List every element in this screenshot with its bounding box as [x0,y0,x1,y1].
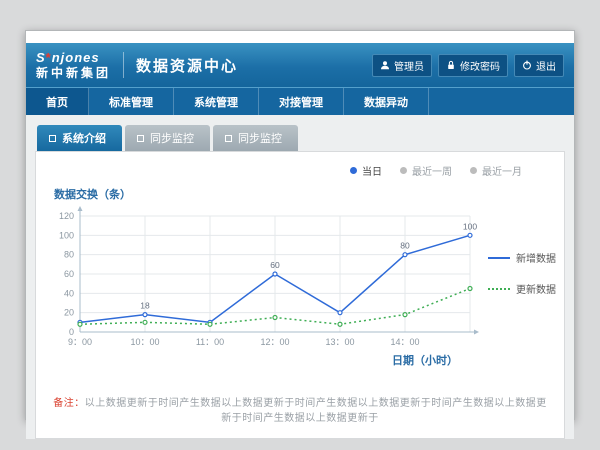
filter-label: 当日 [362,163,382,178]
svg-text:100: 100 [59,230,74,240]
page-title: 数据资源中心 [136,55,238,76]
nav-item-docking-mgmt[interactable]: 对接管理 [259,88,344,115]
radio-dot-icon [470,167,477,174]
panel-icon [137,135,144,142]
main-nav: 首页 标准管理 系统管理 对接管理 数据异动 [26,87,574,115]
filter-last-week[interactable]: 最近一周 [400,163,452,178]
tab-sync-monitor-1[interactable]: 同步监控 [125,125,210,151]
change-password-button-label: 修改密码 [460,58,500,73]
desktop-background: S*njones 新中新集团 数据资源中心 管理员 修改密码 [0,0,600,450]
logout-button[interactable]: 退出 [514,54,564,77]
dotted-line-icon [488,288,510,290]
admin-button-label: 管理员 [394,58,424,73]
panel-icon [49,135,56,142]
y-axis-title: 数据交换（条） [54,186,550,202]
svg-text:60: 60 [64,269,74,279]
svg-text:80: 80 [400,241,410,251]
legend-label: 更新数据 [516,281,556,296]
nav-item-data-change[interactable]: 数据异动 [344,88,429,115]
time-range-filters: 当日 最近一周 最近一月 [50,160,550,186]
lock-icon [446,60,456,70]
chart-panel: 当日 最近一周 最近一月 数据交换（条） 0 20 40 60 80 100 120 9：00… [35,151,565,439]
note-label: 备注： [53,398,85,409]
svg-text:13：00: 13：00 [325,337,354,347]
tab-system-intro[interactable]: 系统介绍 [37,125,122,151]
note-text: 以上数据更新于时间产生数据以上数据更新于时间产生数据以上数据更新于时间产生数据以… [85,398,547,424]
legend-item-new-data[interactable]: 新增数据 [488,250,556,265]
nav-item-system-mgmt[interactable]: 系统管理 [174,88,259,115]
svg-text:12：00: 12：00 [260,337,289,347]
tab-label: 同步监控 [150,130,194,146]
tab-sync-monitor-2[interactable]: 同步监控 [213,125,298,151]
logout-button-label: 退出 [536,58,556,73]
app-window: S*njones 新中新集团 数据资源中心 管理员 修改密码 [25,30,575,420]
nav-item-home[interactable]: 首页 [26,88,89,115]
chart-row: 0 20 40 60 80 100 120 9：00 10：00 11：00 12：00 13：00 1… [50,204,550,354]
svg-text:9：00: 9：00 [68,337,92,347]
solid-line-icon [488,257,510,259]
change-password-button[interactable]: 修改密码 [438,54,508,77]
svg-text:20: 20 [64,308,74,318]
filter-last-month[interactable]: 最近一月 [470,163,522,178]
legend-item-updated-data[interactable]: 更新数据 [488,281,556,296]
filter-label: 最近一月 [482,163,522,178]
footer-note: 备注：以上数据更新于时间产生数据以上数据更新于时间产生数据以上数据更新于时间产生… [50,394,550,424]
svg-text:10：00: 10：00 [130,337,159,347]
svg-text:11：00: 11：00 [196,337,224,347]
tab-bar: 系统介绍 同步监控 同步监控 [35,125,565,151]
window-top-strip [26,31,574,43]
line-chart-canvas: 0 20 40 60 80 100 120 9：00 10：00 11：00 12：00 13：00 1… [50,204,480,354]
svg-text:14：00: 14：00 [390,337,419,347]
content-area: 系统介绍 同步监控 同步监控 当日 [26,115,574,439]
logo-english: S*njones [36,51,111,64]
legend-label: 新增数据 [516,250,556,265]
header-divider [123,52,124,78]
svg-text:120: 120 [59,211,74,221]
series-legend: 新增数据 更新数据 [480,204,556,296]
svg-text:100: 100 [463,221,477,231]
company-name: 新中新集团 [36,67,111,79]
tab-label: 系统介绍 [62,130,106,146]
svg-text:40: 40 [64,288,74,298]
tab-label: 同步监控 [238,130,282,146]
user-icon [380,60,390,70]
header-actions: 管理员 修改密码 退出 [372,54,564,77]
svg-text:0: 0 [69,327,74,337]
nav-item-standard-mgmt[interactable]: 标准管理 [89,88,174,115]
svg-text:80: 80 [64,250,74,260]
radio-dot-icon [400,167,407,174]
app-header: S*njones 新中新集团 数据资源中心 管理员 修改密码 [26,43,574,87]
radio-dot-icon [350,167,357,174]
x-axis-title: 日期（小时） [50,352,550,368]
admin-button[interactable]: 管理员 [372,54,432,77]
svg-text:60: 60 [270,260,280,270]
svg-text:18: 18 [140,301,150,311]
panel-icon [225,135,232,142]
filter-today[interactable]: 当日 [350,163,382,178]
filter-label: 最近一周 [412,163,452,178]
power-icon [522,60,532,70]
brand-logo: S*njones 新中新集团 [36,51,111,79]
